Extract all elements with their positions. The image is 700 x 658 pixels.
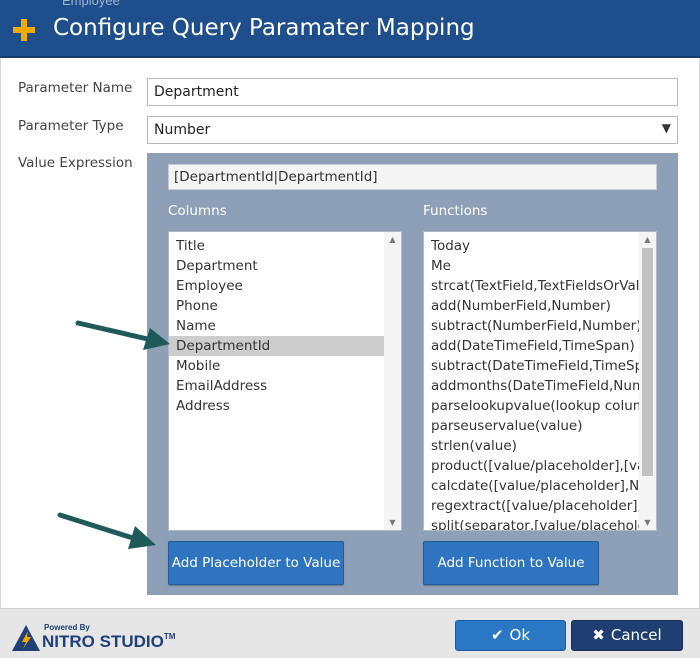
check-icon: ✔: [490, 626, 504, 644]
add-placeholder-button[interactable]: Add Placeholder to Value: [168, 541, 344, 585]
arrow-to-add-placeholder: [57, 512, 156, 549]
parameter-type-label: Parameter Type: [18, 118, 124, 134]
logo-tm: TM: [163, 632, 176, 641]
logo-brand: NITRO STUDIOTM: [42, 632, 175, 652]
column-list-item[interactable]: Phone: [169, 296, 386, 316]
dialog-title: Configure Query Paramater Mapping: [53, 15, 475, 41]
column-list-item[interactable]: Title: [169, 236, 386, 256]
column-list-item[interactable]: Employee: [169, 276, 386, 296]
parameter-name-input[interactable]: Department: [147, 78, 678, 106]
value-expression-label: Value Expression: [18, 155, 133, 171]
dialog-title-bar: Employee Configure Query Paramater Mappi…: [0, 0, 700, 58]
functions-items: Today Me strcat(TextField,TextFieldsOrValu…: [424, 236, 656, 530]
function-list-item[interactable]: add(DateTimeField,TimeSpan): [424, 336, 641, 356]
parameter-type-value: Number: [154, 122, 211, 138]
columns-label: Columns: [168, 203, 227, 219]
function-list-item[interactable]: parselookupvalue(lookup column: [424, 396, 654, 416]
value-expression-input[interactable]: [DepartmentId|DepartmentId]: [168, 164, 657, 190]
frame-border-left: [0, 58, 1, 608]
cancel-label: Cancel: [610, 626, 662, 644]
cancel-button[interactable]: ✖ Cancel: [571, 620, 683, 651]
background-header-text: Employee: [62, 0, 120, 8]
function-list-item[interactable]: add(NumberField,Number): [424, 296, 641, 316]
function-list-item[interactable]: split(separator,[value/placeholder]: [424, 516, 656, 530]
function-list-item[interactable]: regextract([value/placeholder],@e: [424, 496, 656, 516]
dialog-footer: Powered By NITRO STUDIOTM ✔ Ok ✖ Cancel: [0, 608, 700, 658]
functions-label: Functions: [423, 203, 488, 219]
function-list-item[interactable]: addmonths(DateTimeField,Numbe: [424, 376, 656, 396]
x-icon: ✖: [592, 626, 605, 644]
function-list-item[interactable]: product([value/placeholder],[value: [424, 456, 656, 476]
ok-label: Ok: [509, 626, 531, 644]
column-list-item[interactable]: Name: [169, 316, 386, 336]
arrow-down-icon[interactable]: ▼: [384, 515, 401, 530]
column-list-item[interactable]: Mobile: [169, 356, 386, 376]
column-list-item[interactable]: DepartmentId: [169, 336, 386, 356]
parameter-name-label: Parameter Name: [18, 80, 133, 96]
columns-list[interactable]: Title Department Employee Phone Name Departme…: [168, 231, 402, 531]
column-list-item[interactable]: Department: [169, 256, 386, 276]
function-list-item[interactable]: calcdate([value/placeholder],Numl: [424, 476, 656, 496]
parameter-type-select[interactable]: Number ▼: [147, 116, 678, 144]
value-expression-panel: [DepartmentId|DepartmentId] Columns Func…: [147, 153, 678, 595]
functions-list[interactable]: Today Me strcat(TextField,TextFieldsOrValu…: [423, 231, 657, 531]
function-list-item[interactable]: subtract(NumberField,Number): [424, 316, 641, 336]
nitro-studio-logo: Powered By NITRO STUDIOTM: [12, 621, 175, 653]
function-list-item[interactable]: subtract(DateTimeField,TimeSpan): [424, 356, 656, 376]
arrow-up-icon[interactable]: ▲: [639, 232, 656, 247]
logo-brand-text: NITRO STUDIO: [42, 632, 164, 651]
function-list-item[interactable]: Me: [424, 256, 641, 276]
ok-button[interactable]: ✔ Ok: [455, 620, 566, 651]
function-list-item[interactable]: strcat(TextField,TextFieldsOrValues: [424, 276, 656, 296]
function-list-item[interactable]: parseuservalue(value): [424, 416, 641, 436]
plus-icon: [13, 19, 35, 41]
arrow-down-icon[interactable]: ▼: [639, 515, 656, 530]
logo-powered-by: Powered By: [44, 623, 90, 632]
columns-items: Title Department Employee Phone Name Departme…: [169, 236, 386, 416]
column-list-item[interactable]: EmailAddress: [169, 376, 386, 396]
column-list-item[interactable]: Address: [169, 396, 386, 416]
add-function-button[interactable]: Add Function to Value: [423, 541, 599, 585]
function-list-item[interactable]: Today: [424, 236, 641, 256]
arrow-up-icon[interactable]: ▲: [384, 232, 401, 247]
chevron-down-icon[interactable]: ▼: [662, 121, 671, 135]
columns-scrollbar[interactable]: ▲ ▼: [384, 232, 401, 530]
functions-scrollbar[interactable]: ▲ ▼: [639, 232, 656, 530]
function-list-item[interactable]: strlen(value): [424, 436, 641, 456]
lightning-logo-icon: [12, 625, 40, 651]
functions-scroll-thumb[interactable]: [642, 248, 653, 476]
